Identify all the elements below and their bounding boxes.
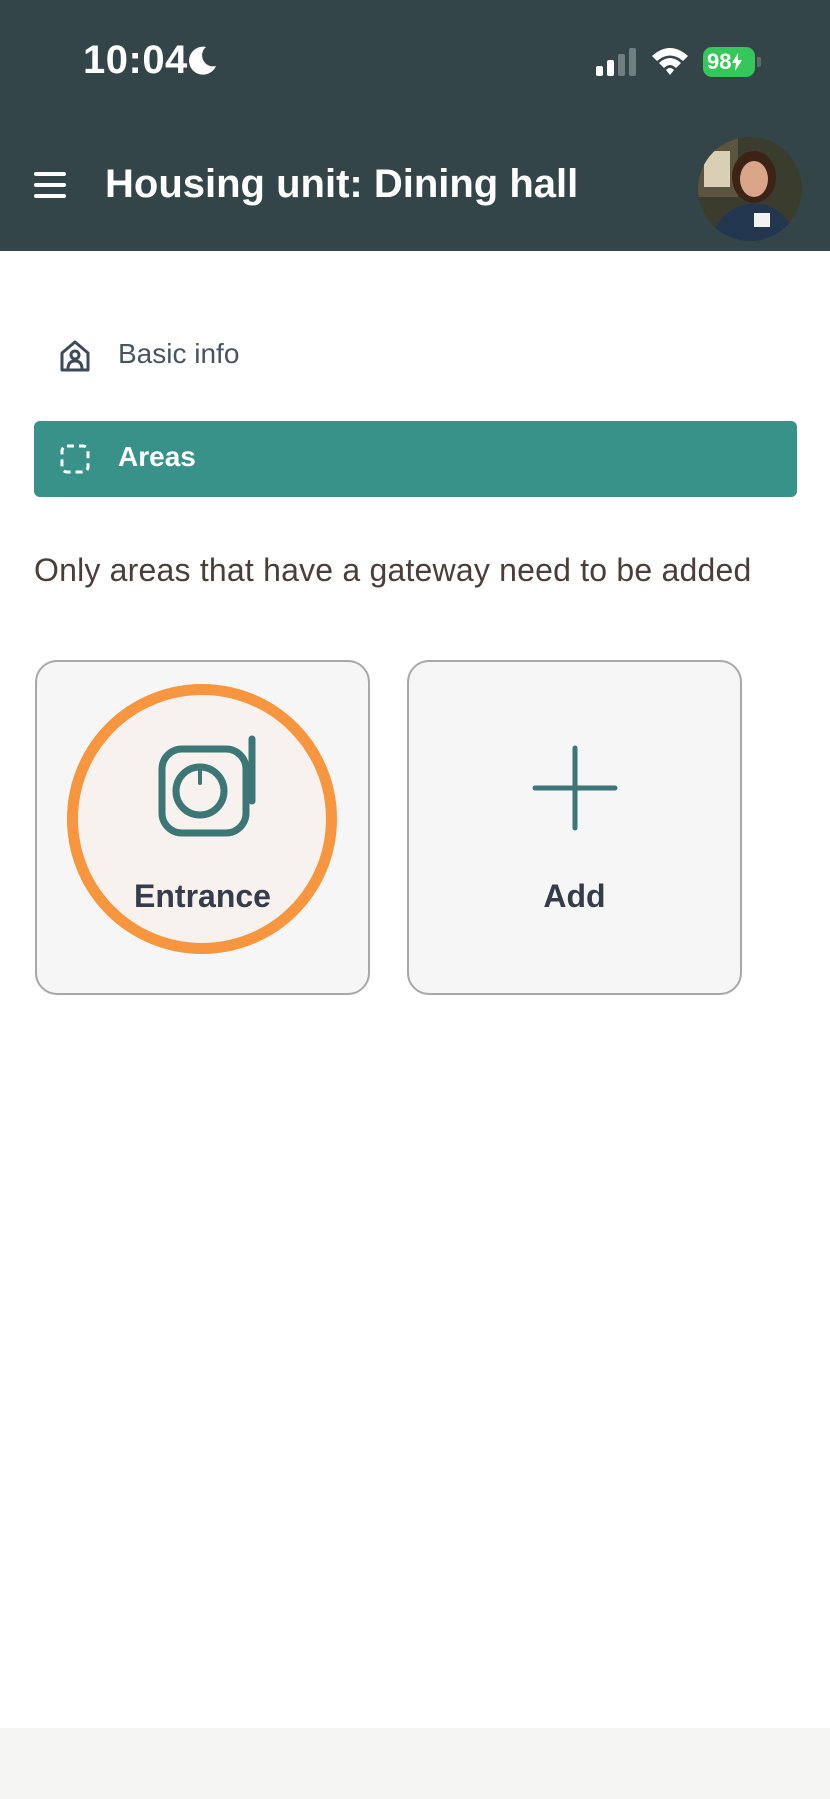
page-title: Housing unit: Dining hall — [105, 162, 579, 206]
gateway-device-icon — [158, 735, 256, 837]
nav-item-label: Basic info — [118, 338, 240, 369]
app-screen: 10:04 98 Housing unit: Dining hall Basic… — [0, 0, 830, 1799]
nav-item-label: Areas — [118, 441, 196, 472]
moon-icon — [189, 46, 216, 75]
area-card-entrance[interactable]: Entrance — [35, 660, 370, 995]
menu-line-icon — [34, 183, 66, 187]
battery-indicator: 98 — [703, 47, 763, 77]
house-user-icon — [60, 340, 90, 372]
card-label: Add — [543, 878, 606, 914]
top-bar: 10:04 98 Housing unit: Dining hall — [0, 0, 830, 251]
cellular-signal-icon — [596, 48, 636, 76]
menu-line-icon — [34, 194, 66, 198]
battery-tip — [757, 57, 761, 67]
plus-icon — [532, 745, 618, 831]
battery-percent: 98 — [707, 49, 732, 74]
bottom-bar — [0, 1728, 830, 1799]
avatar-photo — [698, 137, 802, 241]
user-avatar[interactable] — [698, 137, 802, 241]
nav-item-basic-info[interactable]: Basic info — [34, 318, 797, 394]
add-area-button[interactable]: Add — [407, 660, 742, 995]
nav-item-areas[interactable]: Areas — [34, 421, 797, 497]
menu-line-icon — [34, 172, 66, 176]
dashed-square-icon — [60, 444, 90, 474]
areas-hint-text: Only areas that have a gateway need to b… — [34, 552, 752, 588]
charging-bolt-icon — [732, 53, 743, 71]
card-label: Entrance — [134, 878, 271, 914]
battery-level: 98 — [703, 47, 755, 77]
wifi-icon — [652, 48, 688, 75]
status-time: 10:04 — [83, 38, 188, 82]
hamburger-menu-button[interactable] — [34, 172, 68, 202]
